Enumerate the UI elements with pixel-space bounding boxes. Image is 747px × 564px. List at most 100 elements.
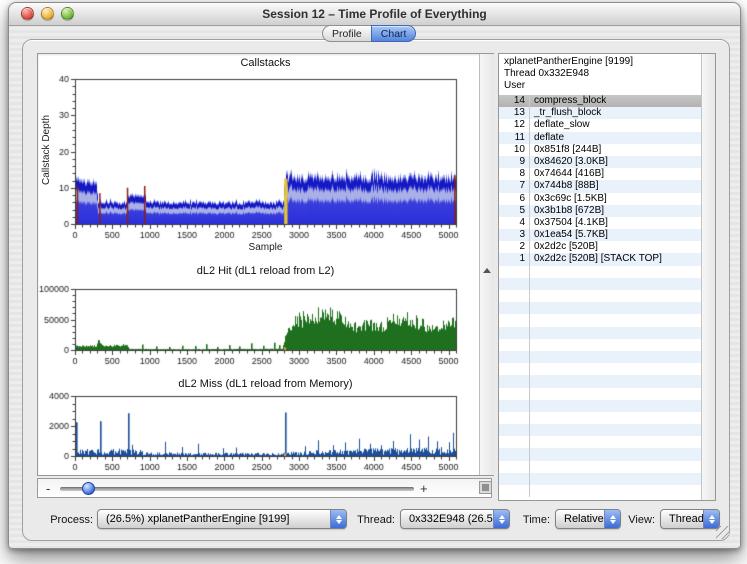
thread-popup[interactable]: 0x332E948 (26.5%) <box>400 509 510 529</box>
frame-number: 5 <box>499 205 529 217</box>
callstack-row[interactable]: 90x84620 [3.0KB] <box>499 156 702 168</box>
empty-row <box>499 327 702 339</box>
frame-symbol: 0x1ea54 [5.7KB] <box>529 229 608 241</box>
view-popup-value: Thread <box>661 513 703 525</box>
tab-profile[interactable]: Profile <box>322 25 371 42</box>
chart-title-dl2-hit: dL2 Hit (dL1 reload from L2) <box>75 265 456 277</box>
frame-symbol: deflate <box>529 132 564 144</box>
callstack-row[interactable]: 40x37504 [4.1KB] <box>499 217 702 229</box>
callstack-row[interactable]: 80x74644 [416B] <box>499 168 702 180</box>
list-scrollbar[interactable] <box>701 54 715 500</box>
resize-grip[interactable] <box>716 526 729 539</box>
callstack-row[interactable]: 100x851f8 [244B] <box>499 144 702 156</box>
frame-number: 4 <box>499 217 529 229</box>
frame-number: 13 <box>499 107 529 119</box>
callstack-row[interactable]: 10x2d2c [520B] [STACK TOP] <box>499 253 702 265</box>
chart-panel: Callstacks Callstack Depth Sample dL2 Hi… <box>37 53 494 476</box>
callstack-row[interactable]: 12deflate_slow <box>499 119 702 131</box>
empty-row <box>499 436 702 448</box>
tab-chart[interactable]: Chart <box>371 25 417 42</box>
frame-number: 14 <box>499 95 529 107</box>
frame-symbol: 0x84620 [3.0KB] <box>529 156 608 168</box>
zoom-slider-row: - + <box>37 478 492 498</box>
callstack-row[interactable]: 60x3c69c [1.5KB] <box>499 193 702 205</box>
frame-number <box>499 314 529 326</box>
frame-symbol <box>529 363 534 375</box>
view-tabs: Profile Chart <box>322 25 416 42</box>
time-popup[interactable]: Relative <box>555 509 621 529</box>
frame-symbol <box>529 400 534 412</box>
process-name: xplanetPantherEngine [9199] <box>504 56 702 68</box>
chart-vertical-scrollbar[interactable] <box>479 54 494 475</box>
frame-symbol <box>529 424 534 436</box>
view-popup[interactable]: Thread <box>660 509 720 529</box>
process-popup[interactable]: (26.5%) xplanetPantherEngine [9199] <box>97 509 347 529</box>
frame-symbol: 0x744b8 [88B] <box>529 180 599 192</box>
frame-symbol: deflate_slow <box>529 119 590 131</box>
frame-number <box>499 473 529 485</box>
frame-symbol: 0x3b1b8 [672B] <box>529 205 604 217</box>
frame-symbol <box>529 339 534 351</box>
frame-number <box>499 400 529 412</box>
frame-number <box>499 424 529 436</box>
callstack-row[interactable]: 50x3b1b8 [672B] <box>499 205 702 217</box>
chart-title-callstacks: Callstacks <box>75 57 456 69</box>
thread-label: Thread: <box>343 514 395 526</box>
thread-id: Thread 0x332E948 <box>504 68 702 80</box>
zoom-slider-track[interactable] <box>60 487 414 491</box>
empty-row <box>499 448 702 460</box>
frame-symbol <box>529 266 534 278</box>
frame-number <box>499 363 529 375</box>
chart-title-dl2-miss: dL2 Miss (dL1 reload from Memory) <box>75 378 456 390</box>
callstack-list: 14compress_block13_tr_flush_block12defla… <box>499 95 702 500</box>
time-popup-value: Relative <box>556 513 604 525</box>
thread-popup-value: 0x332E948 (26.5%) <box>401 513 493 525</box>
frame-symbol <box>529 436 534 448</box>
popup-stepper-icon <box>493 510 509 528</box>
frame-number <box>499 351 529 363</box>
view-label: View: <box>623 514 655 526</box>
frame-number: 3 <box>499 229 529 241</box>
empty-row <box>499 400 702 412</box>
callstack-row[interactable]: 70x744b8 [88B] <box>499 180 702 192</box>
callstack-row[interactable]: 14compress_block <box>499 95 702 107</box>
frame-symbol <box>529 412 534 424</box>
callstack-row[interactable]: 11deflate <box>499 132 702 144</box>
zoom-out-button[interactable]: - <box>46 480 50 497</box>
frame-number <box>499 375 529 387</box>
empty-row <box>499 412 702 424</box>
frame-number: 1 <box>499 253 529 265</box>
frame-number <box>499 448 529 460</box>
callstack-row[interactable]: 13_tr_flush_block <box>499 107 702 119</box>
empty-row <box>499 375 702 387</box>
frame-symbol: _tr_flush_block <box>529 107 601 119</box>
empty-row <box>499 302 702 314</box>
frame-symbol <box>529 388 534 400</box>
empty-row <box>499 266 702 278</box>
frame-number <box>499 278 529 290</box>
zoom-in-button[interactable]: + <box>420 480 428 497</box>
frame-number <box>499 339 529 351</box>
titlebar[interactable]: Session 12 – Time Profile of Everything <box>9 3 740 26</box>
empty-row <box>499 388 702 400</box>
empty-row <box>499 278 702 290</box>
time-label: Time: <box>518 514 550 526</box>
callstack-row[interactable]: 20x2d2c [520B] <box>499 241 702 253</box>
empty-row <box>499 473 702 485</box>
zoom-slider-thumb[interactable] <box>82 482 95 495</box>
empty-row <box>499 339 702 351</box>
frame-number <box>499 388 529 400</box>
frame-symbol <box>529 314 534 326</box>
callstack-panel: xplanetPantherEngine [9199] Thread 0x332… <box>498 53 716 501</box>
frame-symbol <box>529 290 534 302</box>
window-title: Session 12 – Time Profile of Everything <box>9 7 740 21</box>
frame-symbol: 0x2d2c [520B] <box>529 241 598 253</box>
process-popup-value: (26.5%) xplanetPantherEngine [9199] <box>98 513 330 525</box>
process-label: Process: <box>37 514 93 526</box>
frame-symbol: 0x3c69c [1.5KB] <box>529 193 607 205</box>
frame-symbol: 0x2d2c [520B] [STACK TOP] <box>529 253 662 265</box>
callstack-row[interactable]: 30x1ea54 [5.7KB] <box>499 229 702 241</box>
frame-symbol: 0x74644 [416B] <box>529 168 604 180</box>
corner-square-icon <box>482 484 489 491</box>
app-window: Session 12 – Time Profile of Everything … <box>8 2 741 549</box>
